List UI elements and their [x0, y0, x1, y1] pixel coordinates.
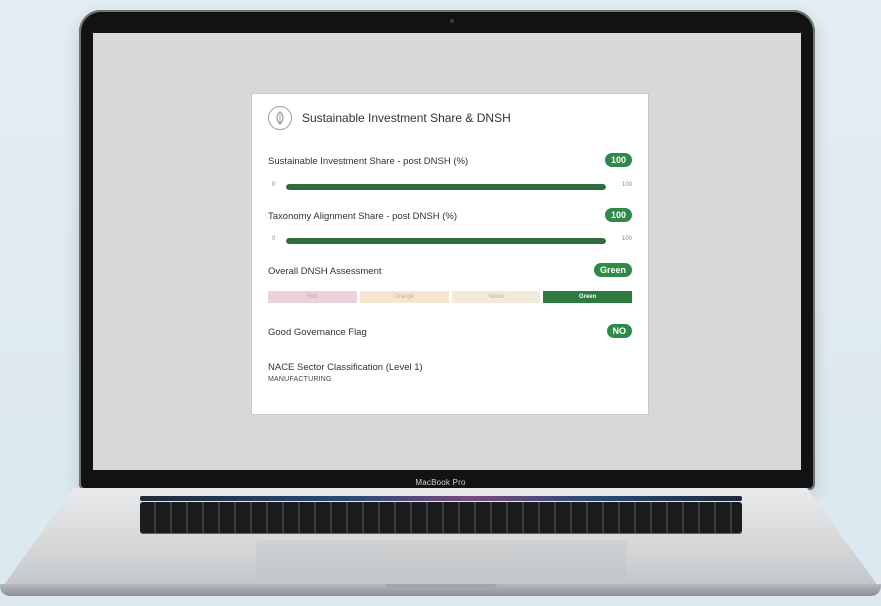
- dnsh-row: Overall DNSH Assessment Green: [268, 263, 632, 280]
- dnsh-scale-red[interactable]: Red: [268, 291, 357, 303]
- laptop-base: [0, 488, 881, 606]
- slider-min: 0: [272, 236, 276, 242]
- slider-fill: [286, 238, 606, 244]
- slider-fill: [286, 184, 606, 190]
- taxonomy-share-badge: 100: [604, 208, 632, 222]
- governance-row: Good Governance Flag NO: [268, 324, 632, 341]
- dnsh-badge: Green: [593, 263, 632, 277]
- sustainable-share-row: Sustainable Investment Share - post DNSH…: [268, 153, 632, 170]
- governance-badge: NO: [606, 324, 632, 338]
- taxonomy-share-row: Taxonomy Alignment Share - post DNSH (%)…: [268, 208, 632, 225]
- card-header: Sustainable Investment Share & DNSH: [268, 106, 511, 130]
- slider-max: 100: [621, 236, 632, 242]
- taxonomy-share-slider[interactable]: 0 100: [268, 236, 632, 246]
- touch-bar: [140, 496, 742, 501]
- leaf-icon: [268, 106, 292, 130]
- trackpad: [256, 540, 626, 578]
- sustainable-share-slider[interactable]: 0 100: [268, 182, 632, 192]
- keyboard: [140, 502, 742, 534]
- dnsh-scale-orange[interactable]: Orange: [359, 291, 449, 303]
- dnsh-scale-green[interactable]: Green: [543, 291, 632, 303]
- slider-min: 0: [272, 182, 276, 188]
- sustainable-share-badge: 100: [604, 153, 632, 167]
- dnsh-scale-yellow[interactable]: Yellow: [451, 291, 541, 303]
- slider-track: [286, 238, 606, 244]
- nace-value: MANUFACTURING: [268, 376, 332, 383]
- taxonomy-share-label: Taxonomy Alignment Share - post DNSH (%): [268, 211, 458, 222]
- slider-max: 100: [621, 182, 632, 188]
- card-title: Sustainable Investment Share & DNSH: [302, 111, 511, 125]
- device-label: MacBook Pro: [415, 478, 466, 487]
- dnsh-scale: Red Orange Yellow Green: [268, 291, 632, 303]
- dnsh-label: Overall DNSH Assessment: [268, 266, 382, 277]
- nace-label: NACE Sector Classification (Level 1): [268, 362, 423, 373]
- camera-icon: [450, 19, 454, 23]
- slider-track: [286, 184, 606, 190]
- sustainable-share-label: Sustainable Investment Share - post DNSH…: [268, 156, 469, 167]
- sustainability-card: Sustainable Investment Share & DNSH Sust…: [252, 94, 648, 414]
- governance-label: Good Governance Flag: [268, 327, 367, 338]
